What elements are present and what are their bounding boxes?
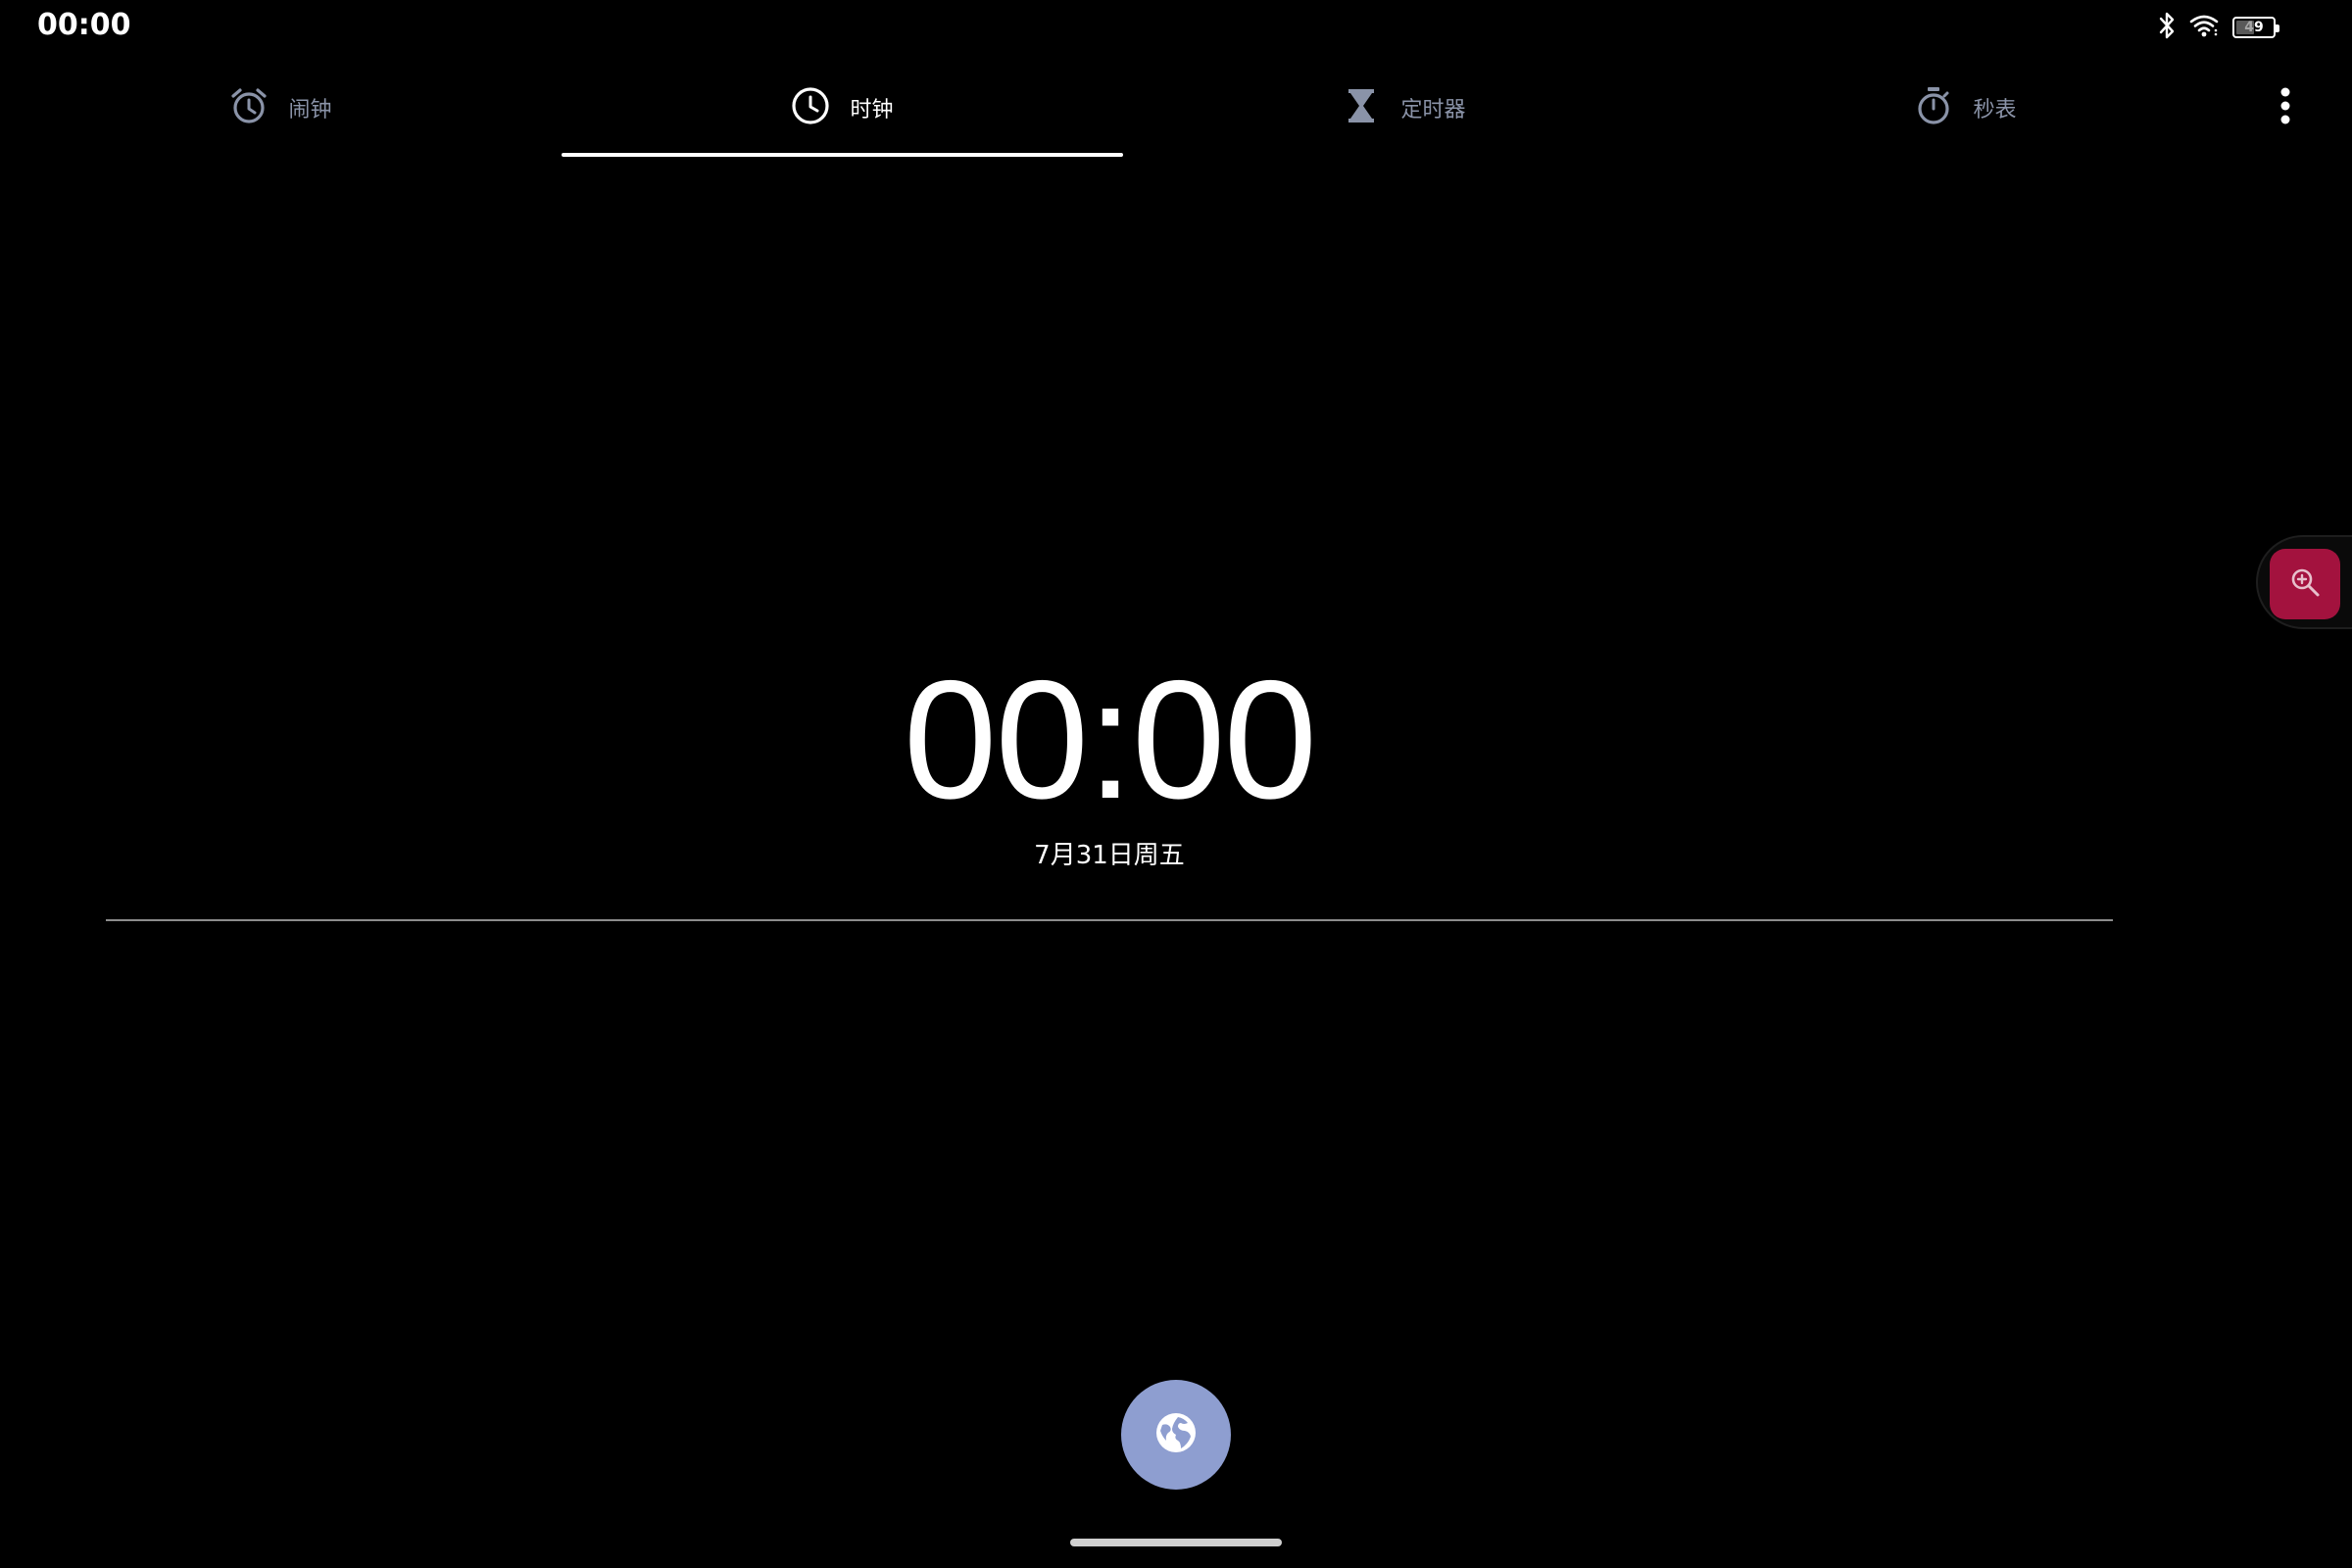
alarm-clock-icon	[229, 86, 269, 129]
tab-alarm-label: 闹钟	[288, 98, 332, 122]
bluetooth-icon	[2158, 12, 2176, 43]
battery-level: 49	[2244, 20, 2264, 35]
tab-alarm[interactable]: 闹钟	[0, 59, 562, 157]
more-vert-icon	[2279, 86, 2291, 129]
digital-clock-time: 00:00	[903, 646, 1317, 834]
battery-cap	[2276, 24, 2279, 32]
active-tab-indicator	[562, 153, 1123, 157]
battery-icon: 49	[2232, 17, 2279, 38]
tab-timer[interactable]: 定时器	[1123, 59, 1685, 157]
clock-date: 7月31日周五	[1034, 841, 1185, 870]
more-options-button[interactable]	[2262, 84, 2309, 131]
globe-icon	[1154, 1411, 1198, 1458]
tab-stopwatch[interactable]: 秒表	[1685, 59, 2246, 157]
stopwatch-icon	[1914, 86, 1953, 129]
hourglass-icon	[1342, 86, 1381, 129]
tab-clock[interactable]: 时钟	[562, 59, 1123, 157]
status-icons: 49	[2158, 8, 2279, 47]
zoom-in-icon	[2289, 566, 2321, 602]
clock-app-screen: 00:00 49 闹钟 时钟 定时器 秒表 00:00 7月31日周五	[0, 0, 2352, 1568]
add-city-button[interactable]	[1121, 1380, 1231, 1490]
tab-bar: 闹钟 时钟 定时器 秒表	[0, 59, 2274, 157]
tab-stopwatch-label: 秒表	[1973, 98, 2017, 122]
divider	[106, 919, 2113, 921]
wifi-icon	[2189, 14, 2219, 41]
status-bar-time: 00:00	[37, 8, 131, 42]
tab-timer-label: 定时器	[1400, 98, 1466, 122]
tab-clock-label: 时钟	[850, 98, 894, 122]
magnifier-button[interactable]	[2270, 549, 2340, 619]
gesture-navigation-bar[interactable]	[1070, 1539, 1282, 1546]
clock-icon	[791, 86, 830, 129]
